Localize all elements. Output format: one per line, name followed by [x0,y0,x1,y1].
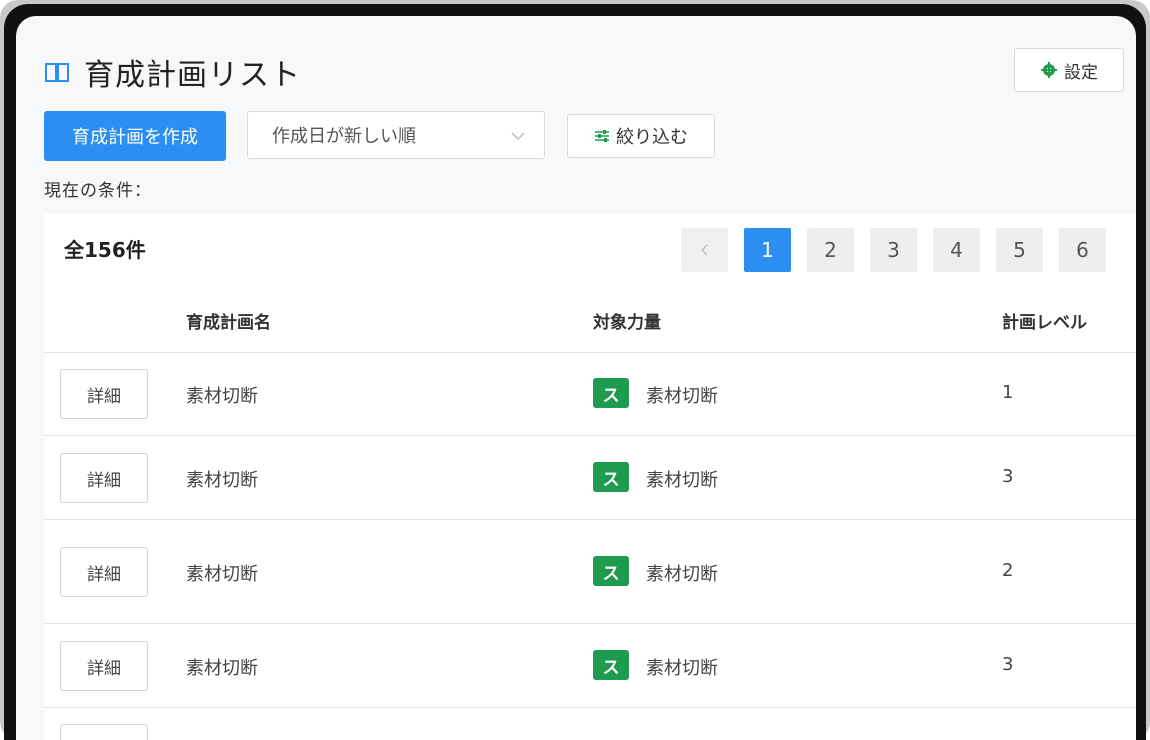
book-open-icon [44,58,72,86]
column-header-target-skill: 対象力量 [593,313,661,333]
table-row: 詳細 素材切断 ス 素材切断 3 [44,624,1136,708]
detail-button[interactable] [60,724,148,740]
plan-name-cell: 素材切断 [186,658,258,679]
column-header-plan-level: 計画レベル [1002,313,1087,333]
skill-badge: ス [593,462,629,492]
plan-name-cell: 素材切断 [186,564,258,585]
settings-label: 設定 [1064,62,1098,83]
plan-name-cell: 素材切断 [186,386,258,407]
detail-button[interactable]: 詳細 [60,641,148,691]
gear-icon [1040,61,1058,79]
table-header: 育成計画名 対象力量 計画レベル [44,286,1136,353]
column-header-plan-name: 育成計画名 [186,313,271,333]
settings-button[interactable]: 設定 [1014,48,1124,92]
plan-level-cell: 3 [1002,654,1014,675]
page-button-3[interactable]: 3 [870,228,917,272]
plan-name-cell: 素材切断 [186,470,258,491]
plan-level-cell: 1 [1002,382,1014,403]
total-count: 全156件 [64,238,146,262]
prev-page-button[interactable] [681,228,728,272]
skill-badge: ス [593,378,629,408]
skill-badge: ス [593,650,629,680]
table-row: 詳細 素材切断 ス 素材切断 3 [44,436,1136,520]
page-header: 育成計画リスト [44,52,301,93]
table-row: 詳細 素材切断 ス 素材切断 1 [44,353,1136,436]
table-row-partial [44,708,1136,740]
create-plan-button[interactable]: 育成計画を作成 [44,111,226,161]
plan-level-cell: 3 [1002,466,1014,487]
filter-button[interactable]: 絞り込む [567,114,715,158]
page-button-2[interactable]: 2 [807,228,854,272]
skill-badge: ス [593,556,629,586]
skill-name-cell: 素材切断 [646,658,718,679]
detail-button[interactable]: 詳細 [60,453,148,503]
table-row: 詳細 素材切断 ス 素材切断 2 [44,520,1136,624]
filter-label: 絞り込む [616,127,688,148]
current-conditions-label: 現在の条件： [44,181,152,201]
page-button-1[interactable]: 1 [744,228,791,272]
pagination: 1 2 3 4 5 6 [681,228,1122,272]
sliders-icon [594,128,610,144]
page-title: 育成計画リスト [84,58,301,93]
sort-value: 作成日が新しい順 [272,126,416,147]
detail-button[interactable]: 詳細 [60,369,148,419]
skill-name-cell: 素材切断 [646,386,718,407]
app-screen: 育成計画リスト 設定 育成計画を作成 作成日が新しい順 絞り込む 現在の条件： … [16,16,1136,740]
skill-name-cell: 素材切断 [646,564,718,585]
skill-name-cell: 素材切断 [646,470,718,491]
plan-list-card: 全156件 1 2 3 4 5 6 育成計画名 対象力量 計画レベル 詳細 素材… [44,214,1136,740]
detail-button[interactable]: 詳細 [60,547,148,597]
plan-level-cell: 2 [1002,560,1014,581]
sort-select[interactable]: 作成日が新しい順 [247,111,545,159]
chevron-left-icon [699,238,711,262]
page-button-6[interactable]: 6 [1059,228,1106,272]
page-button-4[interactable]: 4 [933,228,980,272]
chevron-down-icon [510,128,526,144]
page-button-5[interactable]: 5 [996,228,1043,272]
